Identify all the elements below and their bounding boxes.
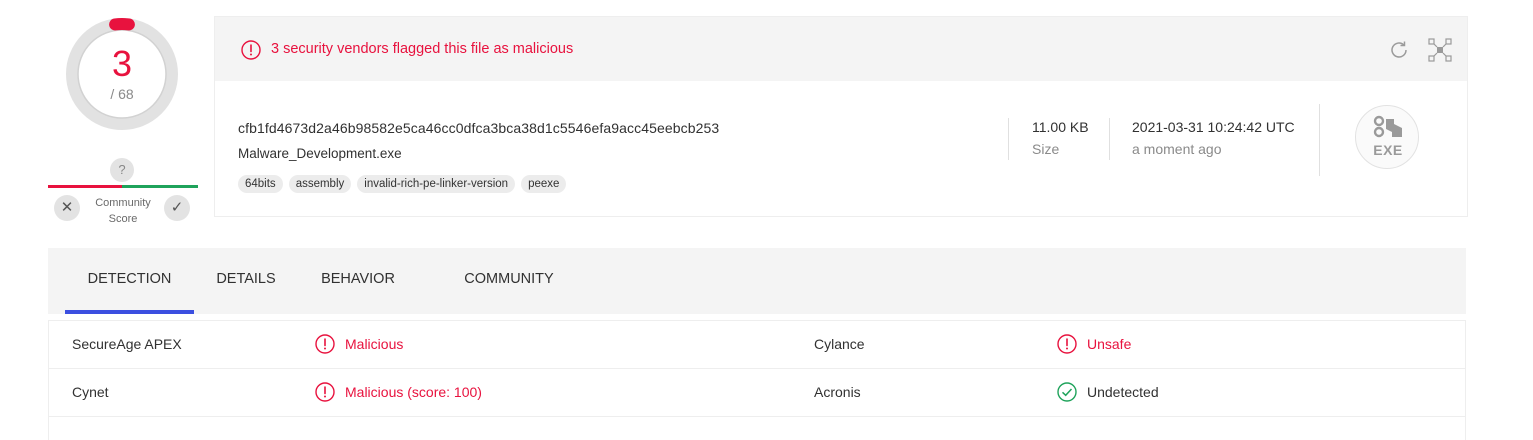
vote-harmless-button[interactable]: ✓ [164, 195, 190, 221]
file-tag[interactable]: 64bits [238, 175, 283, 193]
file-tag[interactable]: invalid-rich-pe-linker-version [357, 175, 516, 193]
gears-icon [1373, 115, 1402, 138]
detection-score-gauge: 3 / 68 [64, 16, 180, 132]
detections-table: SecureAge APEX Malicious Cylance Unsafe … [48, 320, 1466, 440]
detection-count: 3 [111, 43, 133, 84]
engine-name: Acronis [814, 384, 861, 400]
detection-alert-bar: 3 security vendors flagged this file as … [215, 17, 1467, 81]
malicious-icon [315, 334, 335, 354]
verdict-label: Malicious (score: 100) [345, 384, 482, 400]
verdict-label: Undetected [1087, 384, 1159, 400]
tab-detection[interactable]: DETECTION [65, 248, 194, 314]
file-type-label: EXE [1373, 142, 1403, 158]
alert-message: 3 security vendors flagged this file as … [271, 41, 574, 57]
undetected-check-icon [1057, 382, 1077, 402]
file-size-label: Size [1032, 141, 1060, 157]
reanalyze-icon[interactable] [1388, 39, 1410, 61]
community-positive-bar [122, 185, 198, 188]
file-tag[interactable]: assembly [288, 175, 352, 193]
divider [1008, 118, 1009, 160]
file-tags: 64bits assembly invalid-rich-pe-linker-v… [238, 175, 567, 193]
file-type-badge: EXE [1355, 105, 1419, 169]
verdict-label: Unsafe [1087, 336, 1132, 352]
malicious-icon [315, 382, 335, 402]
report-tabs: DETECTION DETAILS BEHAVIOR COMMUNITY [48, 248, 1466, 314]
community-score-label: Community Score [95, 197, 151, 225]
community-help-icon[interactable]: ? [110, 158, 134, 182]
verdict: Undetected [1057, 382, 1159, 402]
community-negative-bar [48, 185, 122, 188]
verdict-label: Malicious [345, 336, 404, 352]
verdict: Malicious (score: 100) [315, 382, 482, 402]
community-score-bar [48, 185, 198, 188]
tab-details[interactable]: DETAILS [208, 248, 284, 314]
analysis-date-relative: a moment ago [1132, 141, 1222, 157]
table-row: SecureAge APEX Malicious Cylance Unsafe [49, 321, 1465, 369]
file-name: Malware_Development.exe [238, 146, 402, 161]
verdict: Malicious [315, 334, 403, 354]
malicious-icon [1057, 334, 1077, 354]
vote-malicious-button[interactable]: ✕ [54, 195, 80, 221]
analysis-date-value: 2021-03-31 10:24:42 UTC [1132, 119, 1295, 135]
file-summary-card: 3 security vendors flagged this file as … [214, 16, 1468, 217]
tab-community[interactable]: COMMUNITY [453, 248, 565, 314]
file-size-value: 11.00 KB [1032, 119, 1089, 135]
file-tag[interactable]: peexe [521, 175, 567, 193]
verdict: Unsafe [1057, 334, 1131, 354]
engine-name: Cynet [72, 384, 109, 400]
engine-name: Cylance [814, 336, 865, 352]
tab-behavior[interactable]: BEHAVIOR [310, 248, 406, 314]
similar-files-icon[interactable] [1427, 37, 1453, 63]
engine-name: SecureAge APEX [72, 336, 182, 352]
alert-icon [241, 40, 261, 60]
file-hash[interactable]: cfb1fd4673d2a46b98582e5ca46cc0dfca3bca38… [238, 120, 719, 136]
divider [1319, 104, 1320, 176]
table-row: Cynet Malicious (score: 100) Acronis Und… [49, 369, 1465, 417]
divider [1109, 118, 1110, 160]
engine-total: / 68 [110, 86, 134, 102]
